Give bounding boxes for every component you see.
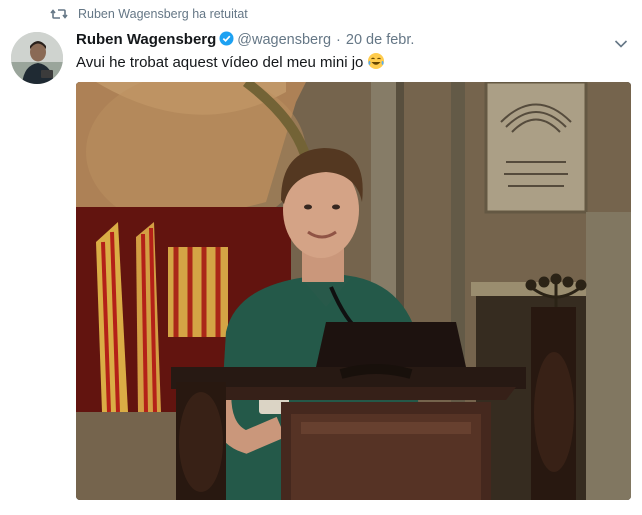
video-frame xyxy=(76,82,631,500)
video-player[interactable] xyxy=(76,82,631,500)
tweet-body: Avui he trobat aquest vídeo del meu mini… xyxy=(76,54,364,71)
author-name[interactable]: Ruben Wagensberg xyxy=(76,31,216,48)
verified-badge-icon xyxy=(219,31,234,46)
tears-of-joy-emoji-icon xyxy=(367,52,385,70)
tweet-card[interactable]: Ruben Wagensberg ha retuitat Ruben Wagen… xyxy=(0,0,642,515)
chevron-down-icon[interactable] xyxy=(614,36,628,48)
tweet-header: Ruben Wagensberg @wagensberg · 20 de febr. xyxy=(76,30,414,50)
tweet-date[interactable]: 20 de febr. xyxy=(346,32,415,48)
tweet-text: Avui he trobat aquest vídeo del meu mini… xyxy=(76,52,385,73)
retweet-label[interactable]: Ruben Wagensberg ha retuitat xyxy=(78,7,248,21)
retweet-icon xyxy=(50,5,68,23)
retweet-context[interactable]: Ruben Wagensberg ha retuitat xyxy=(0,5,642,25)
separator-dot: · xyxy=(336,32,341,48)
avatar[interactable] xyxy=(11,32,63,84)
author-handle[interactable]: @wagensberg xyxy=(237,32,331,48)
